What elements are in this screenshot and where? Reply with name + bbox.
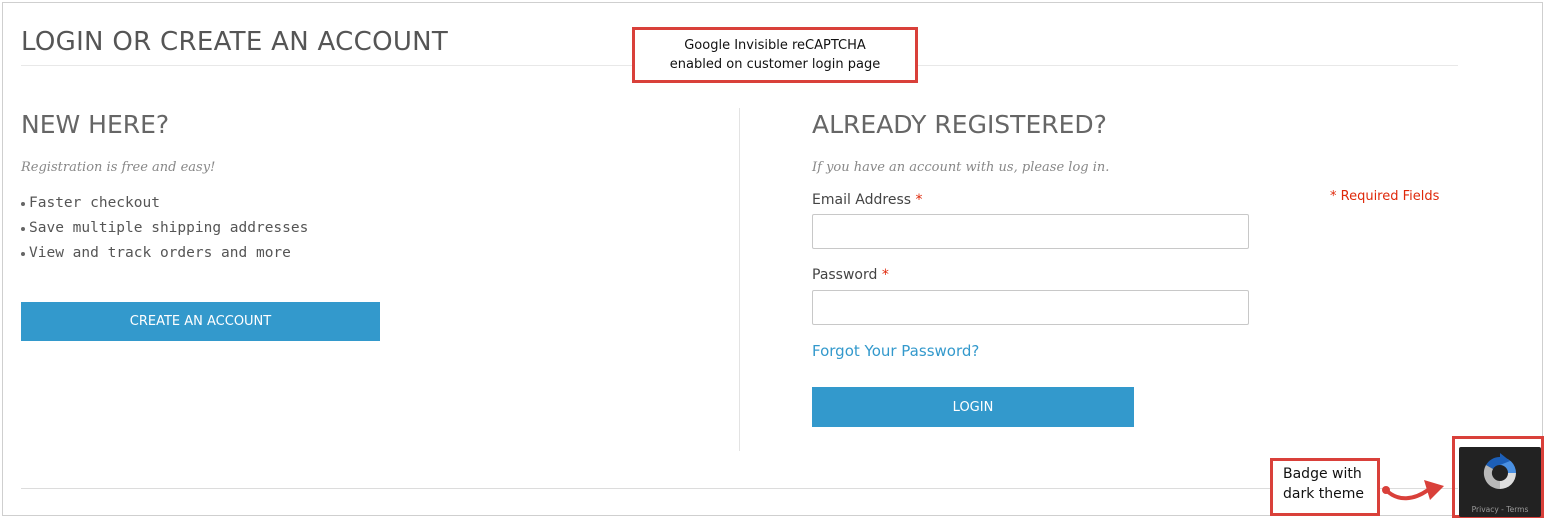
registered-subtitle: If you have an account with us, please l… xyxy=(812,160,1110,175)
page-title: LOGIN OR CREATE AN ACCOUNT xyxy=(21,27,449,57)
required-marker: * xyxy=(915,192,923,208)
badge-callout: Badge with dark theme xyxy=(1270,458,1380,516)
password-field[interactable] xyxy=(812,290,1249,325)
benefit-item: Save multiple shipping addresses xyxy=(21,218,308,243)
registered-title: ALREADY REGISTERED? xyxy=(812,110,1107,139)
bottom-divider xyxy=(21,488,1458,489)
new-customer-title: NEW HERE? xyxy=(21,110,170,139)
new-customer-subtitle: Registration is free and easy! xyxy=(21,160,216,175)
badge-footer-text[interactable]: Privacy - Terms xyxy=(1459,505,1541,514)
benefit-item: View and track orders and more xyxy=(21,243,308,268)
recaptcha-badge[interactable]: Privacy - Terms xyxy=(1459,447,1541,517)
recaptcha-logo-icon xyxy=(1483,453,1516,490)
callout-line: enabled on customer login page xyxy=(669,57,881,72)
benefits-list: Faster checkout Save multiple shipping a… xyxy=(21,193,308,268)
callout-line: dark theme xyxy=(1283,486,1365,502)
required-fields-note: * Required Fields xyxy=(1330,189,1440,204)
password-label: Password * xyxy=(812,267,889,283)
email-label-text: Email Address xyxy=(812,192,912,208)
forgot-password-link[interactable]: Forgot Your Password? xyxy=(812,342,979,360)
email-field[interactable] xyxy=(812,214,1249,249)
required-marker: * xyxy=(881,267,889,283)
login-button[interactable]: LOGIN xyxy=(812,387,1134,427)
benefit-item: Faster checkout xyxy=(21,193,308,218)
callout-line: Google Invisible reCAPTCHA xyxy=(684,38,866,53)
column-divider xyxy=(739,108,740,451)
password-label-text: Password xyxy=(812,267,878,283)
recaptcha-callout: Google Invisible reCAPTCHA enabled on cu… xyxy=(632,27,918,83)
callout-arrow-icon xyxy=(1382,480,1444,501)
create-account-button[interactable]: CREATE AN ACCOUNT xyxy=(21,302,380,341)
email-label: Email Address * xyxy=(812,192,923,208)
callout-line: Badge with xyxy=(1283,466,1362,482)
